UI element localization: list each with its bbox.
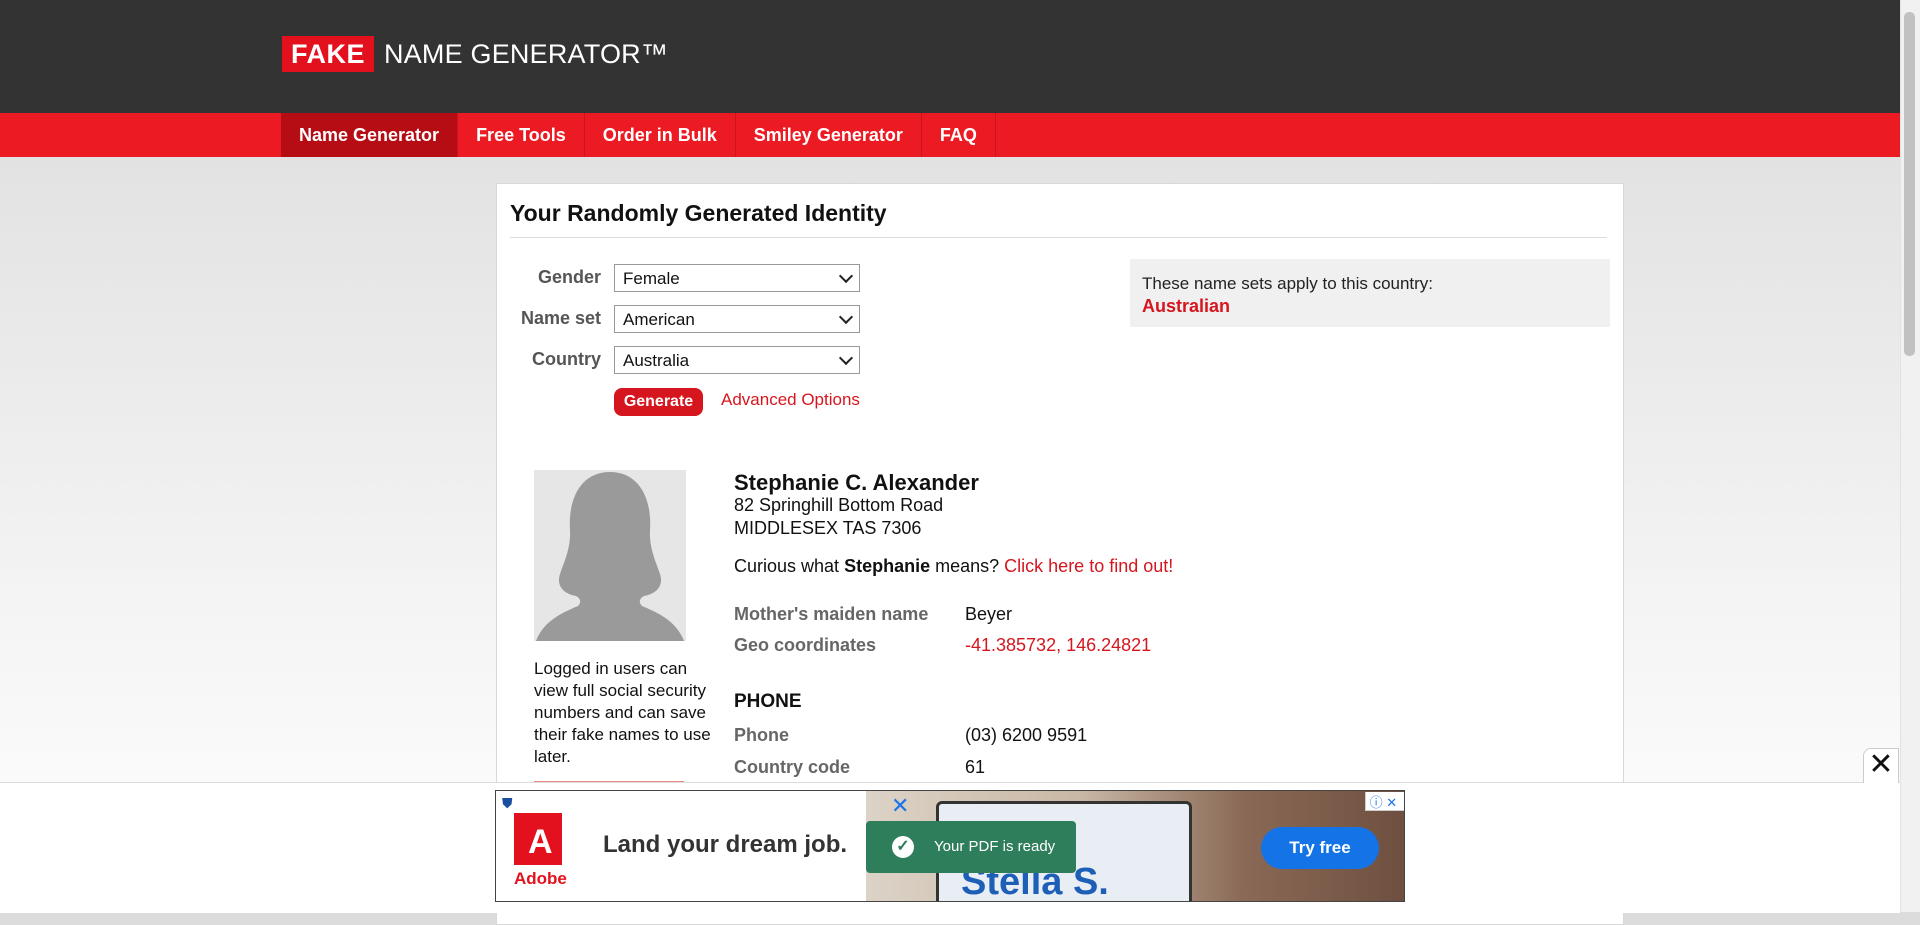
check-icon: ✓ <box>892 836 914 858</box>
nameset-select[interactable]: American <box>614 305 860 333</box>
address-line-2: MIDDLESEX TAS 7306 <box>734 518 922 538</box>
phone-heading: PHONE <box>734 691 802 712</box>
country-code-label: Country code <box>734 757 851 777</box>
country-code-value: 61 <box>965 757 986 777</box>
ad-headline: Land your dream job. <box>603 831 848 858</box>
adobe-a-icon: A <box>528 823 553 861</box>
site-logo[interactable]: FAKE NAME GENERATOR™ <box>282 36 668 72</box>
chevron-down-icon <box>838 268 854 284</box>
maiden-name-value: Beyer <box>965 604 1013 624</box>
generate-button[interactable]: Generate <box>614 388 703 416</box>
close-icon[interactable]: ✕ <box>1863 748 1899 783</box>
nameset-label: Name set <box>520 308 601 328</box>
female-silhouette-icon <box>534 470 686 641</box>
address-line-1: 82 Springhill Bottom Road <box>734 495 944 515</box>
ad-shield-icon: ⛊ <box>502 795 513 811</box>
chevron-down-icon <box>838 350 854 366</box>
ad-try-free-button[interactable]: Try free <box>1261 827 1379 869</box>
ad-toast-text: Your PDF is ready <box>934 838 1056 855</box>
curious-prefix: Curious what <box>734 556 840 576</box>
gender-label: Gender <box>537 267 601 287</box>
country-info-name[interactable]: Australian <box>1142 296 1230 317</box>
title-divider <box>510 237 1607 238</box>
adobe-logo-icon: A <box>514 813 562 865</box>
name-meaning-link[interactable]: Click here to find out! <box>1004 556 1173 576</box>
ad-toast: ✓ Your PDF is ready <box>866 821 1076 873</box>
page-title: Your Randomly Generated Identity <box>510 200 887 226</box>
country-nameset-info: These name sets apply to this country: A… <box>1130 259 1610 327</box>
curious-suffix: means? <box>935 556 1000 576</box>
nameset-select-value: American <box>623 310 695 329</box>
logo-fake-box: FAKE <box>282 36 375 72</box>
maiden-name-label: Mother's maiden name <box>734 604 929 624</box>
country-select[interactable]: Australia <box>614 346 860 374</box>
identity-name: Stephanie C. Alexander <box>734 470 979 495</box>
nav-name-generator[interactable]: Name Generator <box>281 113 459 157</box>
advertisement[interactable]: Stella S. ⛊ ✕ A Adobe Land your dream jo… <box>495 790 1405 902</box>
geo-label: Geo coordinates <box>734 635 877 655</box>
ad-brand: Adobe <box>514 869 567 888</box>
nav-order-in-bulk[interactable]: Order in Bulk <box>585 113 736 157</box>
phone-label: Phone <box>734 725 790 745</box>
country-label: Country <box>532 349 601 369</box>
ad-x-icon[interactable]: ✕ <box>891 793 909 819</box>
advanced-options-link[interactable]: Advanced Options <box>721 390 860 410</box>
phone-value: (03) 6200 9591 <box>965 725 1088 745</box>
ad-info-icon[interactable]: ⓘ ✕ <box>1365 792 1404 811</box>
nav-smiley-generator[interactable]: Smiley Generator <box>736 113 922 157</box>
curious-name: Stephanie <box>844 556 931 576</box>
geo-coordinates-link[interactable]: -41.385732, 146.24821 <box>965 635 1151 656</box>
nav-faq[interactable]: FAQ <box>922 113 996 157</box>
country-select-value: Australia <box>623 351 690 370</box>
chevron-down-icon <box>838 309 854 325</box>
main-nav: Name Generator Free Tools Order in Bulk … <box>0 113 1900 157</box>
country-info-text: These name sets apply to this country: <box>1142 274 1434 293</box>
nav-free-tools[interactable]: Free Tools <box>458 113 585 157</box>
avatar <box>534 470 686 641</box>
gender-select[interactable]: Female <box>614 264 860 292</box>
site-header: FAKE NAME GENERATOR™ <box>0 0 1900 113</box>
name-meaning-line: Curious what Stephanie means? Click here… <box>734 556 1173 577</box>
gender-select-value: Female <box>623 269 680 288</box>
login-note: Logged in users can view full social sec… <box>534 659 711 766</box>
scrollbar-thumb[interactable] <box>1904 12 1915 356</box>
logo-text: NAME GENERATOR™ <box>384 38 669 69</box>
